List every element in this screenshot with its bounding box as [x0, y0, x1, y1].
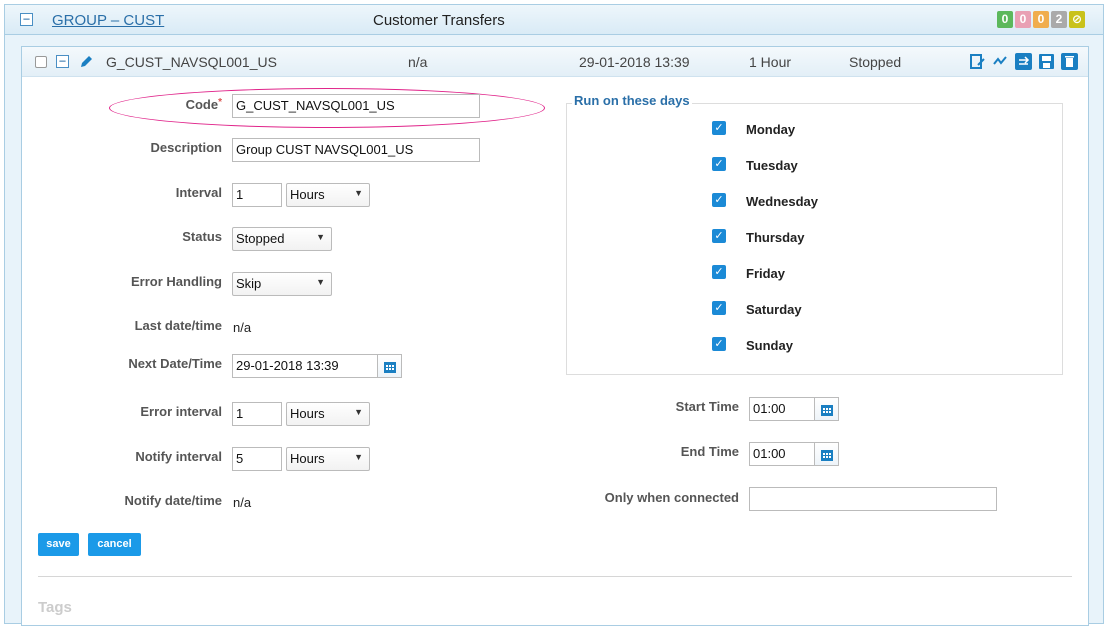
- job-interval: 1 Hour: [749, 54, 792, 70]
- code-label: Code*: [185, 97, 222, 112]
- notify-datetime-value: n/a: [233, 495, 252, 510]
- status-select[interactable]: Stopped ▼: [232, 227, 332, 251]
- sunday-label: Sunday: [746, 338, 793, 353]
- wednesday-label: Wednesday: [746, 194, 819, 209]
- tags-heading: Tags: [38, 599, 72, 616]
- start-time-input[interactable]: 01:00: [749, 397, 815, 421]
- error-interval-unit-value: Hours: [290, 406, 325, 421]
- interval-unit-select[interactable]: Hours ▼: [286, 183, 370, 207]
- notify-interval-input[interactable]: 5: [232, 447, 282, 471]
- badge-error[interactable]: 0: [1015, 11, 1031, 28]
- description-input[interactable]: Group CUST NAVSQL001_US: [232, 138, 480, 162]
- badge-warning[interactable]: 0: [1033, 11, 1049, 28]
- collapse-group-icon[interactable]: −: [20, 13, 33, 26]
- chevron-down-icon: ▼: [354, 188, 363, 198]
- error-handling-label: Error Handling: [130, 274, 222, 289]
- last-datetime-label: Last date/time: [134, 318, 222, 333]
- only-connected-label: Only when connected: [604, 490, 739, 505]
- job-status: Stopped: [849, 54, 902, 70]
- group-description: Customer Transfers: [373, 12, 505, 29]
- friday-checkbox[interactable]: ✓: [712, 265, 726, 279]
- interval-unit-value: Hours: [290, 187, 325, 202]
- pencil-icon[interactable]: [79, 54, 94, 69]
- job-last-run: n/a: [408, 54, 428, 70]
- group-panel: − GROUP – CUST Customer Transfers 0 0 0 …: [4, 4, 1104, 626]
- save-icon[interactable]: [1038, 53, 1055, 70]
- chevron-down-icon: ▼: [316, 277, 325, 287]
- section-divider: [38, 576, 1072, 577]
- friday-label: Friday: [746, 266, 786, 281]
- wednesday-checkbox[interactable]: ✓: [712, 193, 726, 207]
- tuesday-checkbox[interactable]: ✓: [712, 157, 726, 171]
- job-select-checkbox[interactable]: [35, 56, 47, 68]
- calendar-icon: [821, 405, 833, 416]
- badge-ok[interactable]: 0: [997, 11, 1013, 28]
- start-time-label: Start Time: [675, 399, 739, 414]
- monday-label: Monday: [746, 122, 796, 137]
- status-value: Stopped: [236, 231, 285, 246]
- error-handling-select[interactable]: Skip ▼: [232, 272, 332, 296]
- interval-label: Interval: [175, 185, 222, 200]
- error-interval-input[interactable]: 1: [232, 402, 282, 426]
- monday-checkbox[interactable]: ✓: [712, 121, 726, 135]
- save-button[interactable]: save: [38, 533, 79, 556]
- sunday-checkbox[interactable]: ✓: [712, 337, 726, 351]
- chevron-down-icon: ▼: [354, 452, 363, 462]
- chevron-down-icon: ▼: [316, 232, 325, 242]
- next-datetime-calendar-button[interactable]: [378, 354, 402, 378]
- refresh-icon[interactable]: [1015, 53, 1032, 70]
- calendar-icon: [384, 362, 396, 373]
- calendar-icon: [821, 450, 833, 461]
- job-panel: − G_CUST_NAVSQL001_US n/a 29-01-2018 13:…: [21, 46, 1089, 626]
- next-datetime-label: Next Date/Time: [128, 356, 222, 371]
- notify-interval-unit-select[interactable]: Hours ▼: [286, 447, 370, 471]
- job-next-run: 29-01-2018 13:39: [579, 54, 690, 70]
- saturday-checkbox[interactable]: ✓: [712, 301, 726, 315]
- end-time-label: End Time: [680, 444, 739, 459]
- error-interval-unit-select[interactable]: Hours ▼: [286, 402, 370, 426]
- status-label: Status: [182, 229, 222, 244]
- trash-icon[interactable]: [1061, 53, 1078, 70]
- status-badges: 0 0 0 2 ⊘: [997, 11, 1085, 28]
- interval-input[interactable]: 1: [232, 183, 282, 207]
- job-name: G_CUST_NAVSQL001_US: [106, 54, 277, 70]
- badge-disabled[interactable]: ⊘: [1069, 11, 1085, 28]
- notify-interval-unit-value: Hours: [290, 451, 325, 466]
- error-handling-value: Skip: [236, 276, 262, 291]
- chevron-down-icon: ▼: [354, 407, 363, 417]
- group-title-link[interactable]: GROUP – CUST: [52, 12, 164, 29]
- thursday-label: Thursday: [746, 230, 805, 245]
- notify-datetime-label: Notify date/time: [124, 493, 222, 508]
- group-header: − GROUP – CUST Customer Transfers 0 0 0 …: [5, 5, 1103, 35]
- thursday-checkbox[interactable]: ✓: [712, 229, 726, 243]
- cancel-button[interactable]: cancel: [88, 533, 141, 556]
- job-header: − G_CUST_NAVSQL001_US n/a 29-01-2018 13:…: [22, 47, 1088, 77]
- code-input[interactable]: G_CUST_NAVSQL001_US: [232, 94, 480, 118]
- end-time-input[interactable]: 01:00: [749, 442, 815, 466]
- badge-stopped[interactable]: 2: [1051, 11, 1067, 28]
- edit-icon[interactable]: [969, 53, 986, 70]
- notify-interval-label: Notify interval: [135, 449, 222, 464]
- last-datetime-value: n/a: [233, 320, 252, 335]
- end-time-calendar-button[interactable]: [815, 442, 839, 466]
- job-actions: [969, 53, 1078, 70]
- only-connected-input[interactable]: [749, 487, 997, 511]
- collapse-job-icon[interactable]: −: [56, 55, 69, 68]
- error-interval-label: Error interval: [140, 404, 222, 419]
- activity-icon[interactable]: [992, 53, 1009, 70]
- tuesday-label: Tuesday: [746, 158, 798, 173]
- run-days-fieldset: [566, 103, 1063, 375]
- next-datetime-input[interactable]: 29-01-2018 13:39: [232, 354, 378, 378]
- start-time-calendar-button[interactable]: [815, 397, 839, 421]
- description-label: Description: [150, 140, 222, 155]
- run-days-legend: Run on these days: [572, 93, 692, 108]
- saturday-label: Saturday: [746, 302, 802, 317]
